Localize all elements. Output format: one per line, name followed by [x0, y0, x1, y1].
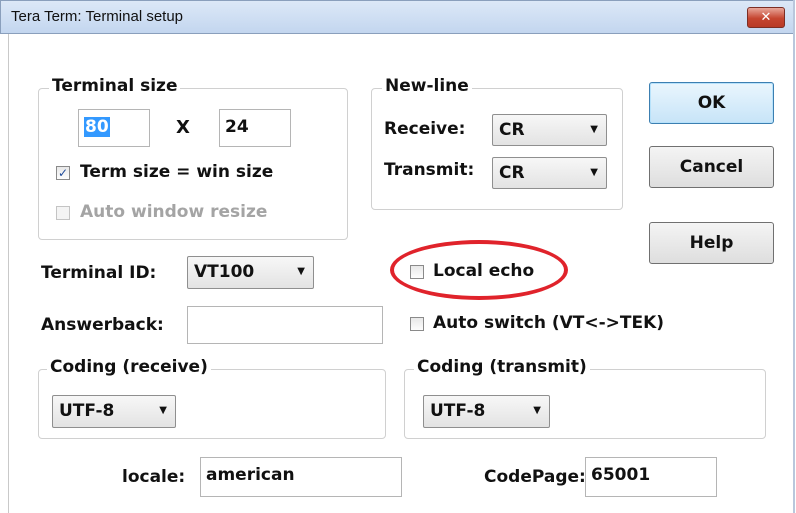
codepage-label: CodePage: — [484, 467, 586, 487]
window-title: Tera Term: Terminal setup — [11, 8, 184, 25]
receive-label: Receive: — [384, 119, 466, 139]
close-icon: ✕ — [760, 10, 772, 25]
term-size-win-size-checkbox[interactable]: ✓ — [56, 166, 70, 180]
answerback-label: Answerback: — [41, 315, 164, 335]
transmit-value: CR — [499, 163, 525, 183]
rows-input[interactable]: 24 — [219, 109, 291, 147]
new-line-legend: New-line — [382, 76, 472, 96]
transmit-label: Transmit: — [384, 160, 475, 180]
chevron-down-icon: ▼ — [297, 266, 305, 277]
columns-input[interactable]: 80 — [78, 109, 150, 147]
close-button[interactable]: ✕ — [747, 7, 785, 28]
auto-window-resize-label[interactable]: Auto window resize — [80, 202, 267, 222]
ok-button-label: OK — [697, 93, 726, 113]
size-times-label: X — [176, 117, 190, 138]
chevron-down-icon: ▼ — [533, 405, 541, 416]
new-line-group — [371, 88, 623, 210]
help-button[interactable]: Help — [649, 222, 774, 264]
answerback-input[interactable] — [187, 306, 383, 344]
auto-window-resize-checkbox[interactable] — [56, 206, 70, 220]
coding-transmit-value: UTF-8 — [430, 401, 486, 421]
highlight-annotation — [390, 240, 568, 300]
ok-button[interactable]: OK — [649, 82, 774, 124]
terminal-id-select[interactable]: VT100 ▼ — [187, 256, 314, 289]
help-button-label: Help — [689, 233, 734, 253]
receive-select[interactable]: CR ▼ — [492, 114, 607, 146]
auto-switch-checkbox[interactable] — [410, 317, 424, 331]
coding-transmit-legend: Coding (transmit) — [414, 357, 590, 377]
coding-receive-legend: Coding (receive) — [47, 357, 211, 377]
term-size-win-size-label[interactable]: Term size = win size — [80, 162, 273, 182]
auto-switch-label[interactable]: Auto switch (VT<->TEK) — [433, 313, 664, 333]
codepage-value: 65001 — [591, 465, 651, 485]
columns-value: 80 — [84, 117, 110, 137]
cancel-button-label: Cancel — [679, 157, 744, 177]
locale-label: locale: — [122, 467, 186, 487]
window-left-border — [8, 34, 9, 513]
cancel-button[interactable]: Cancel — [649, 146, 774, 188]
chevron-down-icon: ▼ — [159, 405, 167, 416]
chevron-down-icon: ▼ — [590, 167, 598, 178]
checkmark-icon: ✓ — [57, 166, 69, 180]
terminal-id-value: VT100 — [194, 262, 255, 282]
terminal-size-legend: Terminal size — [49, 76, 181, 96]
chevron-down-icon: ▼ — [590, 124, 598, 135]
codepage-input[interactable]: 65001 — [585, 457, 717, 497]
terminal-id-label: Terminal ID: — [41, 263, 157, 283]
transmit-select[interactable]: CR ▼ — [492, 157, 607, 189]
coding-receive-value: UTF-8 — [59, 401, 115, 421]
locale-input[interactable]: american — [200, 457, 402, 497]
locale-value: american — [206, 465, 295, 485]
title-bar[interactable]: Tera Term: Terminal setup ✕ — [0, 0, 794, 34]
receive-value: CR — [499, 120, 525, 140]
window-right-border — [793, 0, 795, 513]
rows-value: 24 — [225, 117, 249, 137]
coding-transmit-select[interactable]: UTF-8 ▼ — [423, 395, 550, 428]
coding-receive-select[interactable]: UTF-8 ▼ — [52, 395, 176, 428]
